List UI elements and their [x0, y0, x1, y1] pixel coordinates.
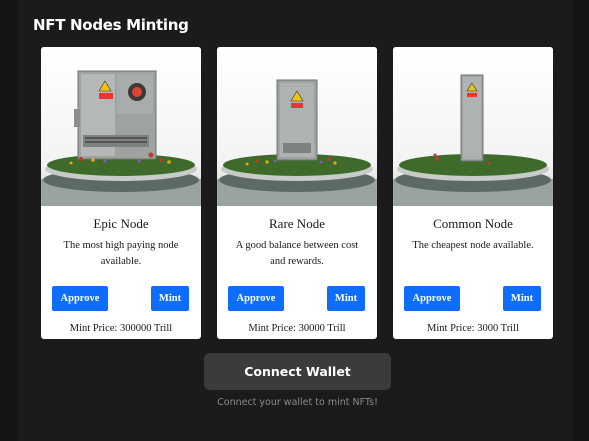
- connect-wallet-hint: Connect your wallet to mint NFTs!: [217, 397, 378, 408]
- page-title: NFT Nodes Minting: [33, 16, 189, 34]
- card-description: A good balance between cost and rewards.: [235, 240, 359, 267]
- mint-price: Mint Price: 300000 Trill: [69, 323, 173, 334]
- card-description: The most high paying node available.: [63, 240, 179, 267]
- mint-button[interactable]: Mint: [327, 286, 365, 311]
- card-description: The cheapest node available.: [412, 240, 534, 251]
- card-title: Common Node: [433, 216, 513, 231]
- mint-button[interactable]: Mint: [503, 286, 541, 311]
- common-node-card: Common Node The cheapest node available.…: [393, 47, 553, 339]
- approve-button[interactable]: Approve: [228, 286, 284, 311]
- rare-node-image: [217, 47, 377, 206]
- connect-wallet-button[interactable]: Connect Wallet: [204, 353, 391, 390]
- epic-node-card: Epic Node The most high paying node avai…: [41, 47, 201, 339]
- mint-button[interactable]: Mint: [151, 286, 189, 311]
- epic-node-image: [41, 47, 201, 206]
- rare-node-card: Rare Node A good balance between cost an…: [217, 47, 377, 339]
- card-title: Epic Node: [93, 216, 149, 231]
- approve-button[interactable]: Approve: [404, 286, 460, 311]
- common-node-image: [393, 47, 553, 206]
- mint-price: Mint Price: 30000 Trill: [248, 323, 346, 334]
- approve-button[interactable]: Approve: [52, 286, 108, 311]
- mint-price: Mint Price: 3000 Trill: [427, 323, 519, 334]
- card-title: Rare Node: [269, 216, 325, 231]
